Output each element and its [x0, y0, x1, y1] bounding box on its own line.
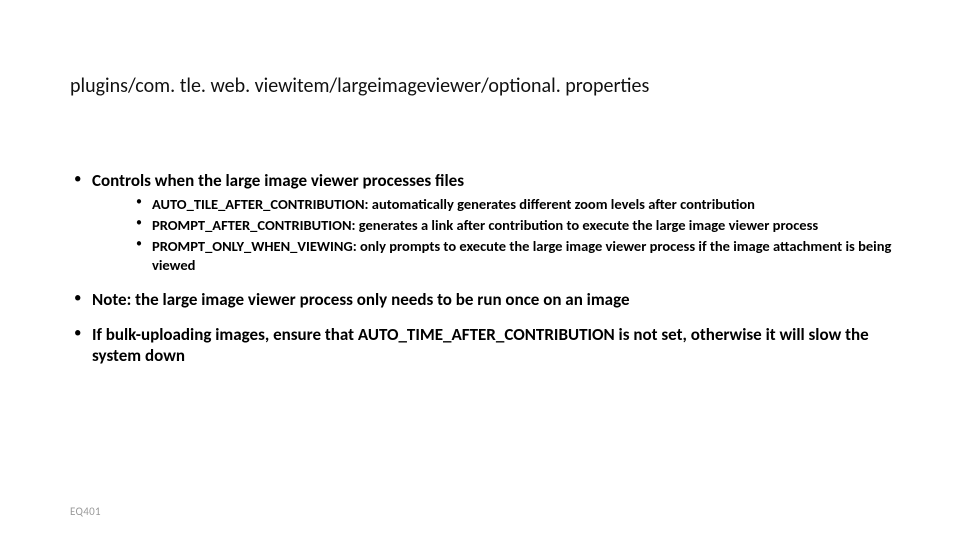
- footer-code: EQ401: [70, 505, 101, 518]
- slide-title: plugins/com. tle. web. viewitem/largeima…: [70, 74, 649, 98]
- bullet-controls-text: Controls when the large image viewer pro…: [92, 170, 464, 191]
- bullet-list: Controls when the large image viewer pro…: [70, 170, 920, 366]
- sub-bullet-auto-tile: AUTO_TILE_AFTER_CONTRIBUTION: automatica…: [134, 195, 920, 214]
- bullet-controls: Controls when the large image viewer pro…: [70, 170, 920, 275]
- bullet-bulk-upload: If bulk-uploading images, ensure that AU…: [70, 324, 920, 367]
- bullet-note: Note: the large image viewer process onl…: [70, 289, 920, 310]
- sub-bullet-prompt-after: PROMPT_AFTER_CONTRIBUTION: generates a l…: [134, 216, 920, 235]
- sub-bullet-prompt-viewing: PROMPT_ONLY_WHEN_VIEWING: only prompts t…: [134, 237, 920, 275]
- sub-bullet-list: AUTO_TILE_AFTER_CONTRIBUTION: automatica…: [92, 195, 920, 274]
- slide: plugins/com. tle. web. viewitem/largeima…: [0, 0, 960, 540]
- slide-body: Controls when the large image viewer pro…: [70, 170, 920, 380]
